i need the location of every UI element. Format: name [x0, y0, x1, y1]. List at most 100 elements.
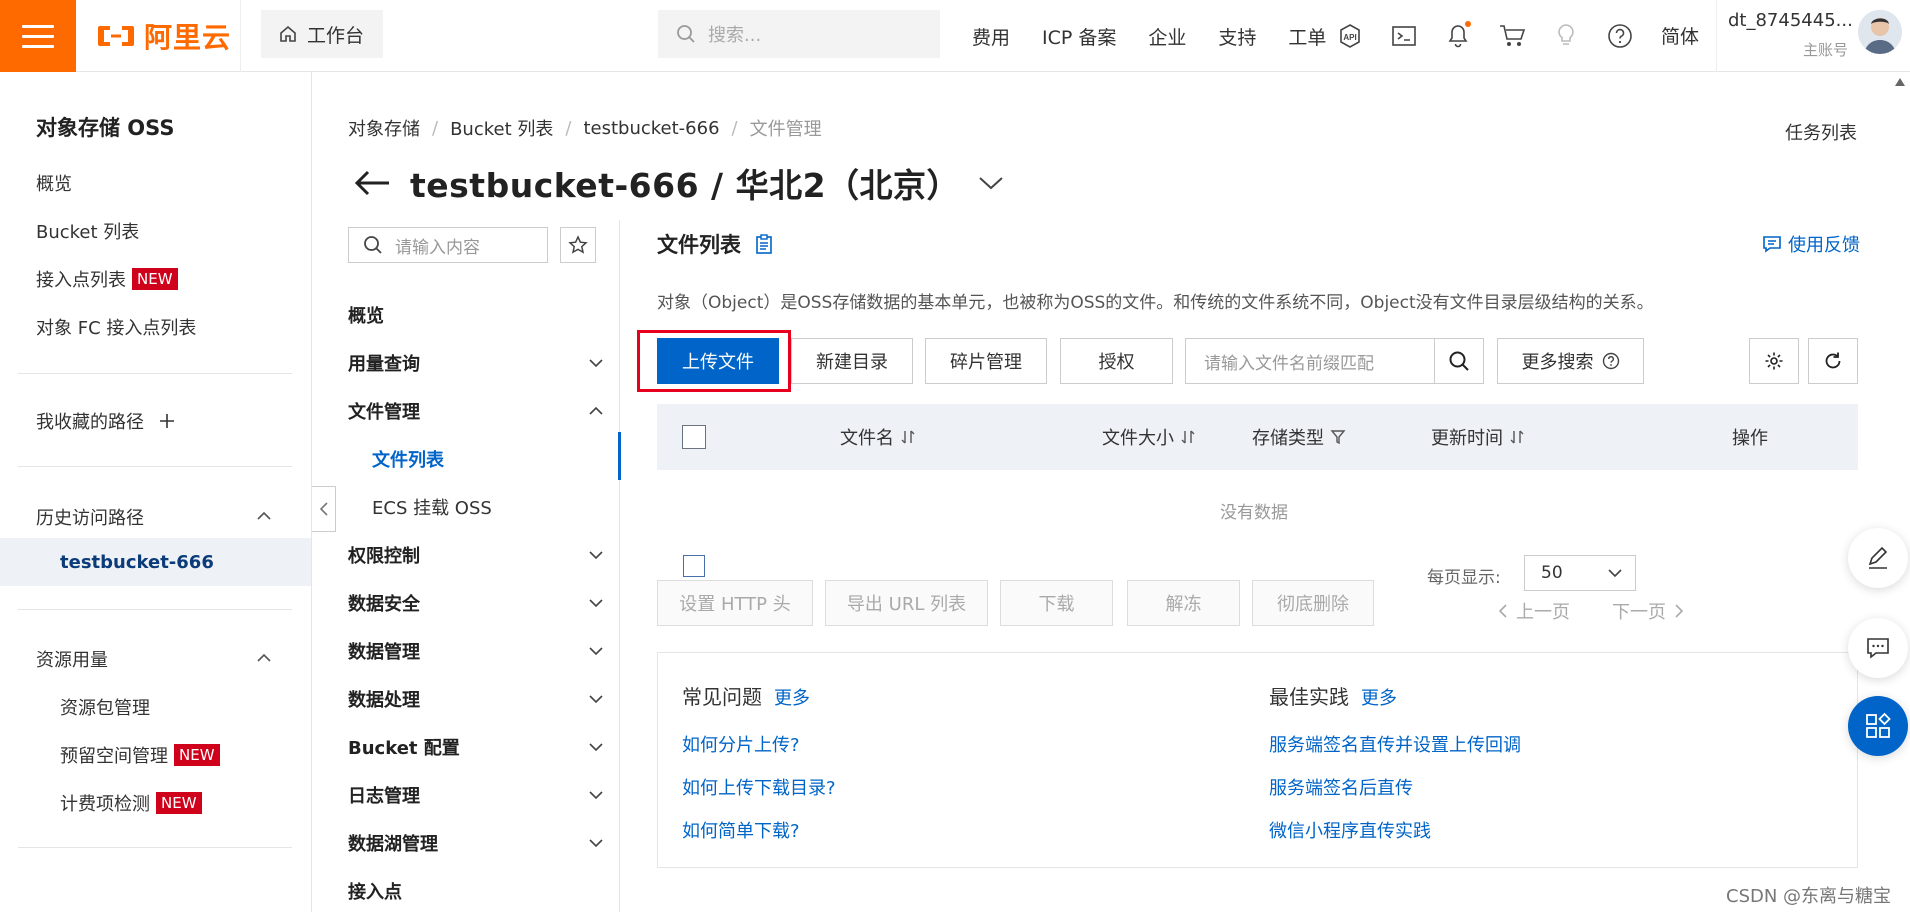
lightbulb-icon[interactable]: [1551, 21, 1581, 51]
api-icon[interactable]: API: [1335, 21, 1365, 51]
nav-item-log-management[interactable]: 日志管理: [348, 782, 604, 808]
back-arrow-icon[interactable]: [352, 168, 392, 198]
breadcrumb-bucket[interactable]: testbucket-666: [583, 118, 719, 139]
prefix-search-button[interactable]: [1434, 338, 1484, 384]
practice-link-miniprogram[interactable]: 微信小程序直传实践: [1269, 817, 1431, 843]
column-header-size[interactable]: 文件大小: [1102, 424, 1196, 450]
bulk-select-checkbox[interactable]: [683, 555, 705, 577]
feedback-link[interactable]: 使用反馈: [1762, 231, 1860, 257]
bell-icon[interactable]: [1443, 21, 1473, 51]
history-section-toggle[interactable]: 历史访问路径: [36, 504, 144, 530]
nav-search-input[interactable]: 请输入内容: [348, 227, 548, 263]
chevron-down-icon: [589, 791, 603, 800]
chat-float-button[interactable]: [1848, 618, 1908, 678]
sidebar-title: 对象存储 OSS: [36, 116, 175, 140]
favorites-add-button[interactable]: 我收藏的路径: [36, 408, 176, 434]
column-header-updated[interactable]: 更新时间: [1431, 424, 1525, 450]
refresh-button[interactable]: [1808, 338, 1858, 384]
chevron-down-icon[interactable]: [978, 174, 1004, 192]
authorize-button[interactable]: 授权: [1060, 338, 1173, 384]
sidebar-item-label: 接入点列表: [36, 270, 126, 291]
terminal-icon[interactable]: [1389, 21, 1419, 51]
more-search-button[interactable]: 更多搜索: [1497, 338, 1644, 384]
edit-float-button[interactable]: [1848, 528, 1908, 588]
nav-item-file-management[interactable]: 文件管理: [348, 398, 604, 424]
chevron-down-icon: [589, 743, 603, 752]
nav-item-overview[interactable]: 概览: [348, 302, 604, 328]
prev-page-button[interactable]: 上一页: [1498, 598, 1570, 624]
new-directory-button[interactable]: 新建目录: [791, 338, 913, 384]
top-bar: 阿里云 工作台 搜索... 费用 ICP 备案 企业 支持 工单 API 简体 …: [0, 0, 1910, 72]
prefix-search-input[interactable]: 请输入文件名前缀匹配: [1185, 338, 1435, 384]
clipboard-icon[interactable]: [755, 234, 773, 254]
column-header-filename[interactable]: 文件名: [840, 424, 916, 450]
sidebar-item-reserved-space[interactable]: 预留空间管理 NEW: [60, 742, 220, 768]
avatar[interactable]: [1858, 10, 1902, 54]
sidebar-item-access-points[interactable]: 接入点列表 NEW: [36, 266, 178, 292]
faq-more-link[interactable]: 更多: [774, 684, 810, 710]
scroll-up-icon[interactable]: [1894, 76, 1906, 88]
export-url-list-button[interactable]: 导出 URL 列表: [825, 580, 988, 626]
upload-file-button[interactable]: 上传文件: [657, 338, 779, 384]
nav-link-ticket[interactable]: 工单: [1288, 23, 1326, 50]
nav-item-data-processing[interactable]: 数据处理: [348, 686, 604, 712]
faq-link-simple-download[interactable]: 如何简单下载?: [682, 817, 800, 843]
best-practice-more-link[interactable]: 更多: [1361, 684, 1397, 710]
cart-icon[interactable]: [1497, 21, 1527, 51]
chevron-up-icon[interactable]: [256, 650, 272, 666]
practice-link-callback[interactable]: 服务端签名直传并设置上传回调: [1269, 731, 1521, 757]
column-label: 文件名: [840, 428, 894, 449]
breadcrumb-oss[interactable]: 对象存储: [348, 115, 420, 141]
breadcrumb-bucket-list[interactable]: Bucket 列表: [450, 115, 553, 141]
user-menu[interactable]: dt_8745445... 主账号: [1728, 10, 1853, 60]
nav-link-support[interactable]: 支持: [1218, 23, 1256, 50]
column-header-actions: 操作: [1732, 424, 1768, 450]
language-switch[interactable]: 简体: [1661, 22, 1699, 49]
help-icon[interactable]: [1605, 21, 1635, 51]
nav-subitem-file-list[interactable]: 文件列表: [372, 446, 444, 472]
menu-icon[interactable]: [0, 0, 76, 72]
nav-item-data-management[interactable]: 数据管理: [348, 638, 604, 664]
next-page-button[interactable]: 下一页: [1612, 598, 1684, 624]
sidebar-item-resource-packs[interactable]: 资源包管理: [60, 694, 150, 720]
unfreeze-button[interactable]: 解冻: [1127, 580, 1240, 626]
nav-item-usage[interactable]: 用量查询: [348, 350, 604, 376]
page-size-select[interactable]: 50: [1524, 555, 1636, 591]
nav-item-access-control[interactable]: 权限控制: [348, 542, 604, 568]
sidebar-item-billing-check[interactable]: 计费项检测 NEW: [60, 790, 202, 816]
nav-item-data-security[interactable]: 数据安全: [348, 590, 604, 616]
select-all-checkbox[interactable]: [682, 425, 706, 449]
global-search-input[interactable]: 搜索...: [658, 10, 940, 58]
nav-link-icp[interactable]: ICP 备案: [1042, 23, 1116, 50]
faq-link-multipart[interactable]: 如何分片上传?: [682, 731, 800, 757]
chevron-down-icon: [589, 599, 603, 608]
workbench-button[interactable]: 工作台: [261, 10, 383, 58]
settings-button[interactable]: [1749, 338, 1799, 384]
nav-item-access-point[interactable]: 接入点: [348, 878, 604, 904]
favorite-button[interactable]: [560, 227, 596, 263]
nav-link-enterprise[interactable]: 企业: [1148, 23, 1186, 50]
sidebar-item-overview[interactable]: 概览: [36, 170, 72, 196]
nav-item-label: 权限控制: [348, 546, 420, 567]
nav-item-data-lake[interactable]: 数据湖管理: [348, 830, 604, 856]
nav-subitem-ecs-mount[interactable]: ECS 挂载 OSS: [372, 494, 492, 520]
apps-float-button[interactable]: [1848, 696, 1908, 756]
sidebar-item-bucket-list[interactable]: Bucket 列表: [36, 218, 139, 244]
nav-item-bucket-config[interactable]: Bucket 配置: [348, 734, 604, 760]
logo[interactable]: 阿里云: [96, 18, 231, 54]
top-nav-icons: API: [1335, 0, 1635, 72]
column-header-storage-type[interactable]: 存储类型: [1252, 424, 1346, 450]
download-button[interactable]: 下载: [1000, 580, 1113, 626]
sidebar-item-fc-access-points[interactable]: 对象 FC 接入点列表: [36, 314, 196, 340]
faq-link-directory[interactable]: 如何上传下载目录?: [682, 774, 836, 800]
practice-link-signature[interactable]: 服务端签名后直传: [1269, 774, 1413, 800]
permanent-delete-button[interactable]: 彻底删除: [1252, 580, 1374, 626]
username: dt_8745445...: [1728, 10, 1853, 31]
resources-section-toggle[interactable]: 资源用量: [36, 646, 108, 672]
nav-link-fees[interactable]: 费用: [972, 23, 1010, 50]
chevron-up-icon[interactable]: [256, 508, 272, 524]
history-item-testbucket[interactable]: testbucket-666: [60, 552, 214, 573]
fragment-management-button[interactable]: 碎片管理: [925, 338, 1047, 384]
task-list-link[interactable]: 任务列表: [1785, 119, 1857, 145]
set-http-header-button[interactable]: 设置 HTTP 头: [657, 580, 813, 626]
